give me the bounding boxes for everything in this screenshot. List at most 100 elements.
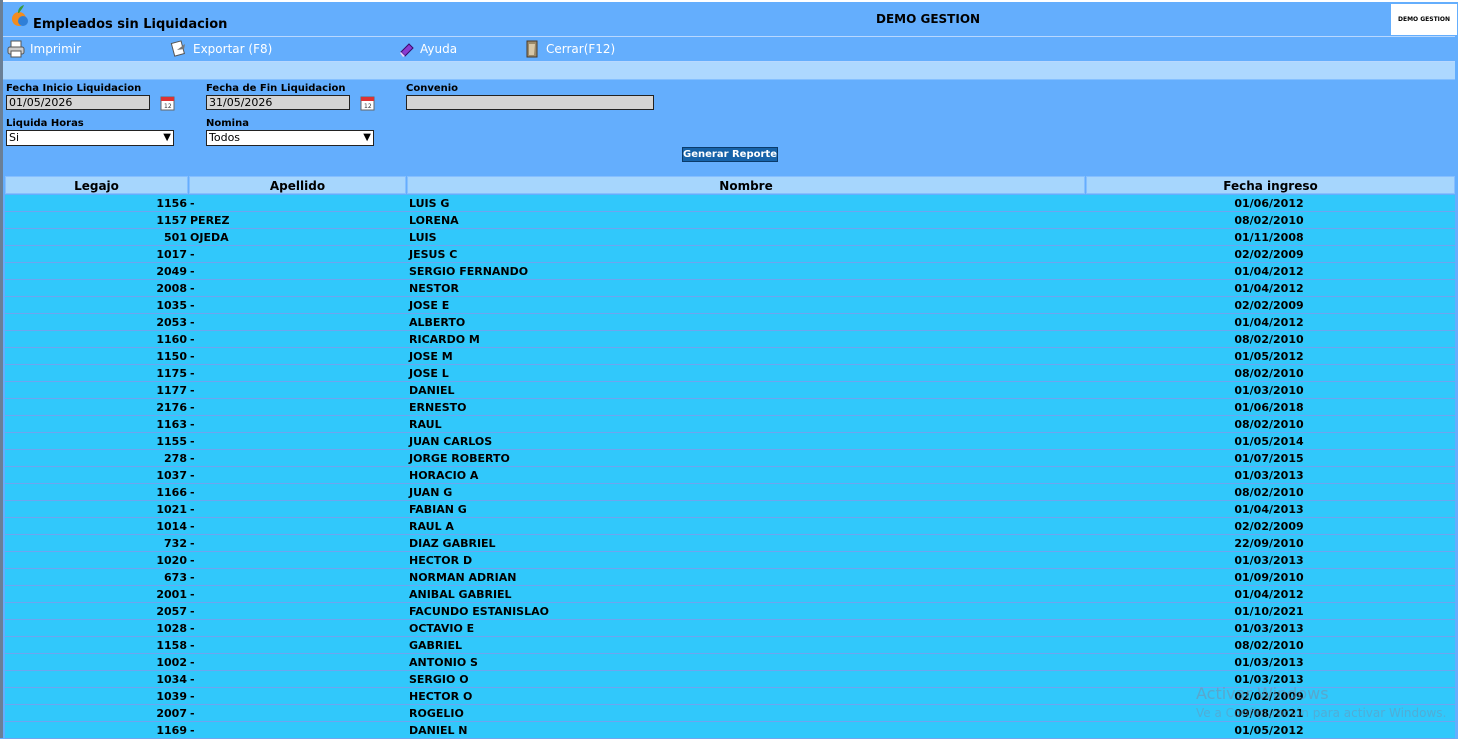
cell-nombre: JOSE M xyxy=(409,350,453,363)
table-row[interactable]: 1021- FABIAN G 01/04/2013 xyxy=(5,501,1455,518)
start-calendar-icon[interactable]: 12 xyxy=(158,95,176,112)
table-row[interactable]: 501 OJEDA LUIS 01/11/2008 xyxy=(5,229,1455,246)
cell-legajo: 1175 xyxy=(156,367,187,380)
convenio-input[interactable] xyxy=(406,95,654,110)
cell-apellido: - xyxy=(190,707,195,720)
cell-fecha-ingreso: 01/04/2012 xyxy=(1234,282,1304,295)
cell-fecha-ingreso: 01/09/2010 xyxy=(1234,571,1304,584)
cell-apellido: - xyxy=(190,316,195,329)
cell-fecha-ingreso: 01/03/2013 xyxy=(1234,554,1304,567)
generate-report-button[interactable]: Generar Reporte xyxy=(682,147,778,162)
table-row[interactable]: 2176- ERNESTO 01/06/2018 xyxy=(5,399,1455,416)
cell-nombre: JUAN G xyxy=(409,486,453,499)
nomina-select[interactable]: Todos ▼ xyxy=(206,130,374,146)
cell-fecha-ingreso: 08/02/2010 xyxy=(1234,367,1304,380)
cell-fecha-ingreso: 01/03/2010 xyxy=(1234,384,1304,397)
end-calendar-icon[interactable]: 12 xyxy=(358,95,376,112)
table-row[interactable]: 1150- JOSE M 01/05/2012 xyxy=(5,348,1455,365)
cell-legajo: 1177 xyxy=(156,384,187,397)
table-row[interactable]: 2008- NESTOR 01/04/2012 xyxy=(5,280,1455,297)
close-button[interactable]: Cerrar(F12) xyxy=(522,40,615,58)
window-title: Empleados sin Liquidacion xyxy=(33,17,228,32)
svg-text:12: 12 xyxy=(364,103,372,110)
table-row[interactable]: 2049- SERGIO FERNANDO 01/04/2012 xyxy=(5,263,1455,280)
table-row[interactable]: 1158- GABRIEL 08/02/2010 xyxy=(5,637,1455,654)
windows-activation-watermark: Activar Windows xyxy=(1196,684,1329,703)
cell-fecha-ingreso: 01/06/2012 xyxy=(1234,197,1304,210)
cell-fecha-ingreso: 01/04/2012 xyxy=(1234,265,1304,278)
table-row[interactable]: 1035- JOSE E 02/02/2009 xyxy=(5,297,1455,314)
cell-apellido: - xyxy=(190,197,195,210)
cell-legajo: 1158 xyxy=(156,639,187,652)
help-label: Ayuda xyxy=(420,42,458,56)
table-row[interactable]: 2001- ANIBAL GABRIEL 01/04/2012 xyxy=(5,586,1455,603)
table-row[interactable]: 732- DIAZ GABRIEL 22/09/2010 xyxy=(5,535,1455,552)
export-button[interactable]: Exportar (F8) xyxy=(169,40,272,58)
cell-apellido: - xyxy=(190,690,195,703)
table-row[interactable]: 1169- DANIEL N 01/05/2012 xyxy=(5,722,1455,739)
table-row[interactable]: 1177- DANIEL 01/03/2010 xyxy=(5,382,1455,399)
cell-fecha-ingreso: 01/03/2013 xyxy=(1234,469,1304,482)
cell-fecha-ingreso: 01/05/2014 xyxy=(1234,435,1304,448)
cell-nombre: LUIS G xyxy=(409,197,450,210)
table-row[interactable]: 1028- OCTAVIO E 01/03/2013 xyxy=(5,620,1455,637)
col-header-legajo[interactable]: Legajo xyxy=(5,176,188,194)
chevron-down-icon: ▼ xyxy=(163,132,171,143)
table-row[interactable]: 1002- ANTONIO S 01/03/2013 xyxy=(5,654,1455,671)
cell-nombre: NORMAN ADRIAN xyxy=(409,571,517,584)
table-row[interactable]: 2053- ALBERTO 01/04/2012 xyxy=(5,314,1455,331)
cell-apellido: - xyxy=(190,622,195,635)
table-row[interactable]: 278- JORGE ROBERTO 01/07/2015 xyxy=(5,450,1455,467)
table-row[interactable]: 1017- JESUS C 02/02/2009 xyxy=(5,246,1455,263)
cell-apellido: - xyxy=(190,367,195,380)
col-header-nombre[interactable]: Nombre xyxy=(407,176,1085,194)
cell-legajo: 278 xyxy=(164,452,187,465)
print-button[interactable]: Imprimir xyxy=(6,40,81,58)
cell-legajo: 732 xyxy=(164,537,187,550)
table-row[interactable]: 673- NORMAN ADRIAN 01/09/2010 xyxy=(5,569,1455,586)
cell-apellido: PEREZ xyxy=(190,214,230,227)
cell-nombre: GABRIEL xyxy=(409,639,463,652)
table-row[interactable]: 2057- FACUNDO ESTANISLAO 01/10/2021 xyxy=(5,603,1455,620)
table-row[interactable]: 1014- RAUL A 02/02/2009 xyxy=(5,518,1455,535)
start-date-label: Fecha Inicio Liquidacion xyxy=(6,83,142,94)
cell-legajo: 1156 xyxy=(156,197,187,210)
cell-nombre: FABIAN G xyxy=(409,503,467,516)
table-row[interactable]: 1166- JUAN G 08/02/2010 xyxy=(5,484,1455,501)
cell-nombre: DANIEL xyxy=(409,384,455,397)
end-date-input[interactable]: 31/05/2026 xyxy=(206,95,350,110)
cell-fecha-ingreso: 01/04/2012 xyxy=(1234,316,1304,329)
printer-icon xyxy=(7,40,25,58)
start-date-input[interactable]: 01/05/2026 xyxy=(6,95,150,110)
table-row[interactable]: 1160- RICARDO M 08/02/2010 xyxy=(5,331,1455,348)
cell-apellido: - xyxy=(190,384,195,397)
cell-apellido: - xyxy=(190,554,195,567)
windows-activation-hint: Ve a Configuración para activar Windows. xyxy=(1196,706,1447,720)
table-row[interactable]: 1020- HECTOR D 01/03/2013 xyxy=(5,552,1455,569)
cell-nombre: HECTOR D xyxy=(409,554,473,567)
col-header-fecha-ingreso[interactable]: Fecha ingreso xyxy=(1086,176,1455,194)
cell-legajo: 1150 xyxy=(156,350,187,363)
table-row[interactable]: 1037- HORACIO A 01/03/2013 xyxy=(5,467,1455,484)
cell-nombre: JESUS C xyxy=(409,248,458,261)
cell-apellido: - xyxy=(190,299,195,312)
table-row[interactable]: 1157 PEREZ LORENA 08/02/2010 xyxy=(5,212,1455,229)
end-date-label: Fecha de Fin Liquidacion xyxy=(206,83,346,94)
table-row[interactable]: 1156- LUIS G 01/06/2012 xyxy=(5,195,1455,212)
help-button[interactable]: Ayuda xyxy=(398,40,457,58)
table-row[interactable]: 1175- JOSE L 08/02/2010 xyxy=(5,365,1455,382)
cell-nombre: ANIBAL GABRIEL xyxy=(409,588,512,601)
col-header-apellido[interactable]: Apellido xyxy=(189,176,406,194)
hours-select[interactable]: Si ▼ xyxy=(6,130,174,146)
company-logo: DEMO GESTION xyxy=(1391,4,1457,35)
table-row[interactable]: 1155- JUAN CARLOS 01/05/2014 xyxy=(5,433,1455,450)
close-label: Cerrar(F12) xyxy=(546,42,616,56)
cell-fecha-ingreso: 01/03/2013 xyxy=(1234,622,1304,635)
cell-nombre: HECTOR O xyxy=(409,690,473,703)
cell-nombre: DANIEL N xyxy=(409,724,468,737)
cell-nombre: HORACIO A xyxy=(409,469,479,482)
cell-fecha-ingreso: 02/02/2009 xyxy=(1234,299,1304,312)
nomina-label: Nomina xyxy=(206,118,249,129)
cell-legajo: 1166 xyxy=(156,486,187,499)
table-row[interactable]: 1163- RAUL 08/02/2010 xyxy=(5,416,1455,433)
